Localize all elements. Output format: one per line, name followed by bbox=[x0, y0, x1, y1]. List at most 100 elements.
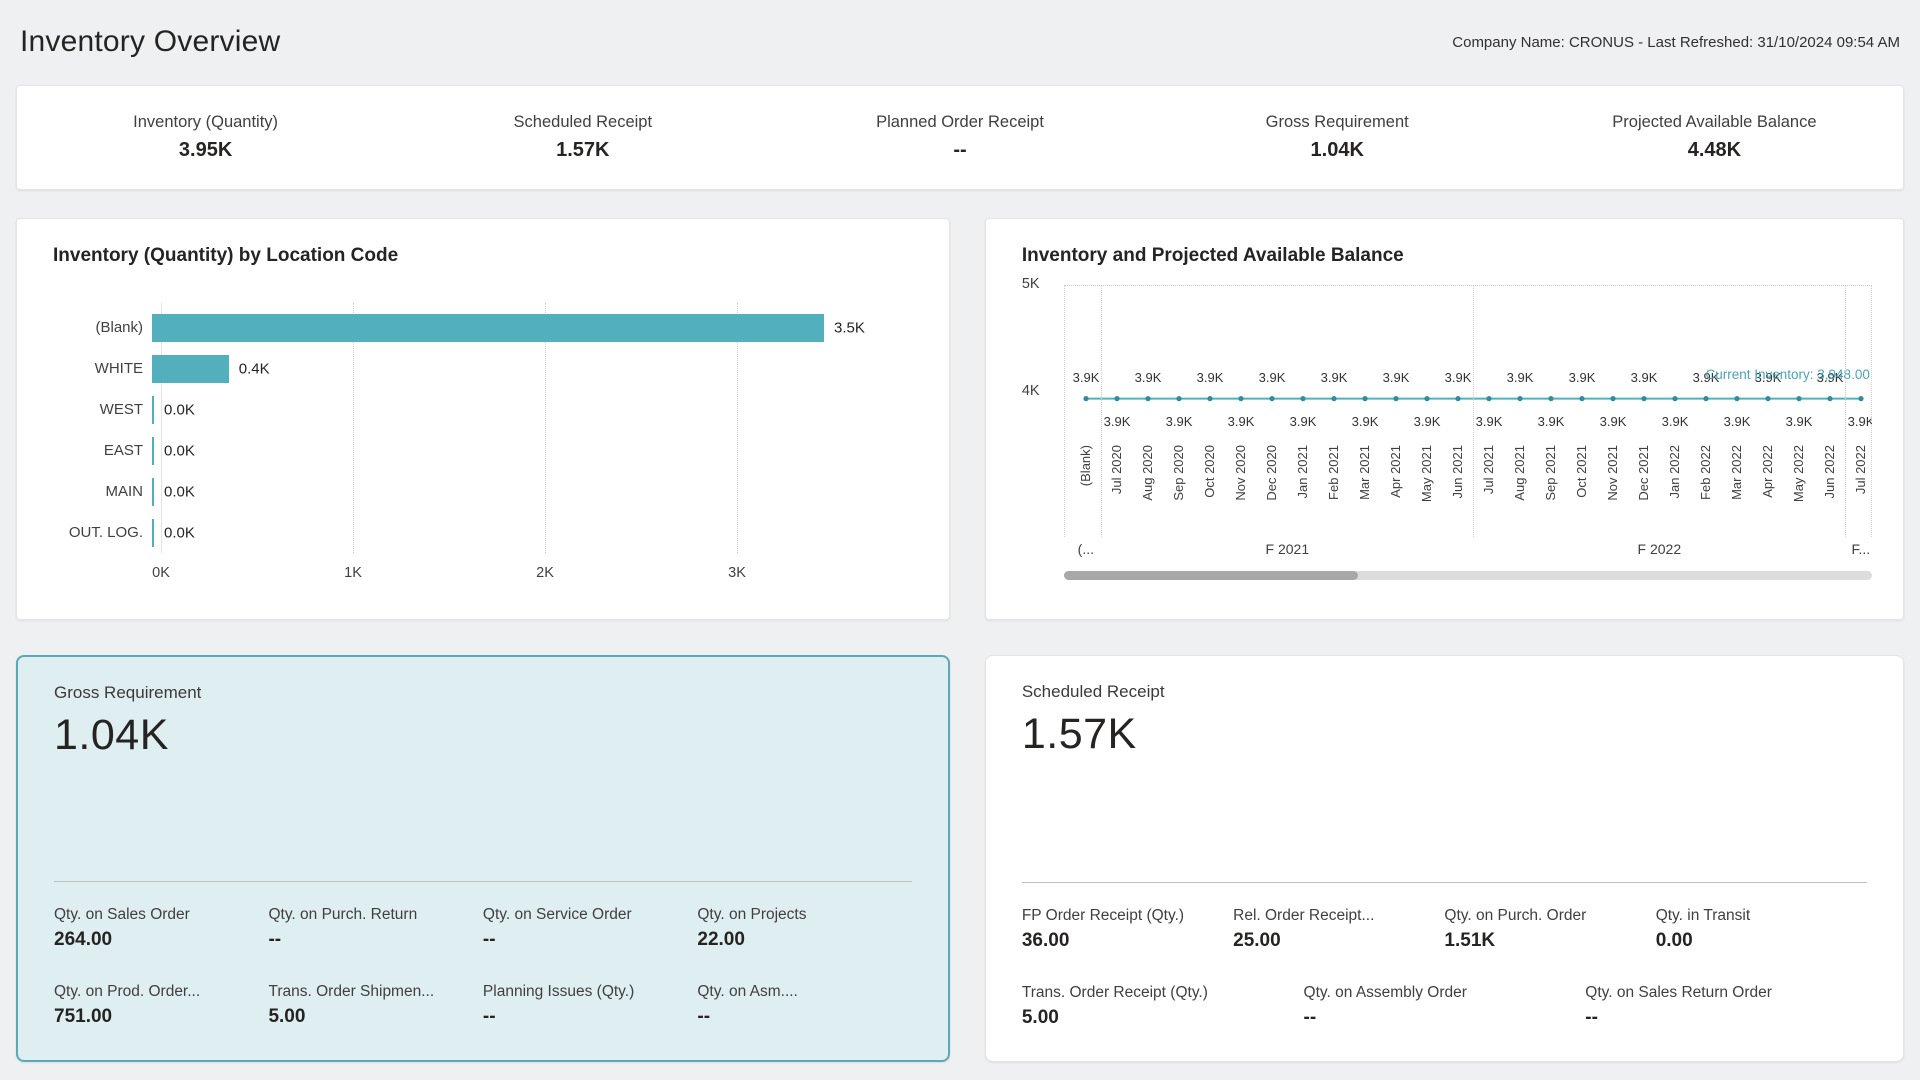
bar-row-east: EAST0.0K bbox=[53, 430, 913, 471]
x-axis-label: Jan 2021 bbox=[1295, 445, 1310, 499]
bar-category-label: (Blank) bbox=[53, 319, 152, 336]
metric-value: 751.00 bbox=[54, 1006, 268, 1028]
company-refresh-meta: Company Name: CRONUS - Last Refreshed: 3… bbox=[1452, 34, 1900, 51]
bar-value-label: 0.4K bbox=[239, 360, 270, 377]
chart-scrollbar[interactable] bbox=[1064, 571, 1872, 580]
svg-text:3.9K: 3.9K bbox=[1196, 370, 1223, 385]
svg-text:3.9K: 3.9K bbox=[1103, 414, 1130, 429]
bar-category-label: MAIN bbox=[53, 483, 152, 500]
svg-text:3.9K: 3.9K bbox=[1258, 370, 1285, 385]
bar[interactable] bbox=[152, 519, 154, 547]
scheduled-receipt-details: FP Order Receipt (Qty.)36.00Rel. Order R… bbox=[1022, 883, 1867, 1029]
kpi-label: Planned Order Receipt bbox=[771, 113, 1148, 132]
bar[interactable] bbox=[152, 437, 154, 465]
svg-text:3.9K: 3.9K bbox=[1785, 414, 1812, 429]
kpi-projected-available-balance: Projected Available Balance4.48K bbox=[1526, 113, 1903, 162]
scheduled-receipt-card[interactable]: Scheduled Receipt1.57KFP Order Receipt (… bbox=[985, 655, 1904, 1062]
x-axis-label: Aug 2020 bbox=[1140, 445, 1155, 501]
metric-label: Qty. on Asm.... bbox=[697, 983, 911, 1001]
kpi-label: Scheduled Receipt bbox=[394, 113, 771, 132]
x-axis-group-label: F 2021 bbox=[1266, 541, 1310, 557]
metric-qty-on-sales-return-order: Qty. on Sales Return Order -- bbox=[1585, 984, 1867, 1029]
metric-label: Qty. on Assembly Order bbox=[1304, 984, 1586, 1002]
metric-value: 36.00 bbox=[1022, 930, 1233, 952]
svg-text:3.9K: 3.9K bbox=[1413, 414, 1440, 429]
scheduled-receipt-detail-row: FP Order Receipt (Qty.)36.00Rel. Order R… bbox=[1022, 907, 1867, 952]
kpi-value: -- bbox=[771, 139, 1148, 162]
kpi-strip[interactable]: Inventory (Quantity) 3.95KScheduled Recei… bbox=[16, 85, 1904, 190]
svg-text:3.9K: 3.9K bbox=[1351, 414, 1378, 429]
metric-value: 22.00 bbox=[697, 929, 911, 951]
x-axis-label: Oct 2021 bbox=[1574, 445, 1589, 498]
svg-text:3.9K: 3.9K bbox=[1847, 414, 1871, 429]
bar-track: 0.0K bbox=[152, 471, 852, 512]
gross-requirement-title: Gross Requirement bbox=[54, 683, 912, 703]
bar-row-out-log: OUT. LOG.0.0K bbox=[53, 512, 913, 553]
x-axis-label: Nov 2020 bbox=[1233, 445, 1248, 501]
metric-label: Qty. on Sales Return Order bbox=[1585, 984, 1867, 1002]
inventory-line-series[interactable]: 3.9K 3.9K 3.9K 3.9K 3.9K 3.9K 3.9K 3.9K 3.9K 3.9K… bbox=[1064, 285, 1872, 437]
bar-value-label: 3.5K bbox=[834, 319, 865, 336]
bar[interactable] bbox=[152, 478, 154, 506]
x-axis-label: Oct 2020 bbox=[1202, 445, 1217, 498]
x-axis-label: Feb 2022 bbox=[1698, 445, 1713, 500]
bar-row-main: MAIN 0.0K bbox=[53, 471, 913, 512]
svg-text:3.9K: 3.9K bbox=[1475, 414, 1502, 429]
x-axis-tick: 1K bbox=[344, 565, 362, 581]
bar-value-label: 0.0K bbox=[164, 401, 195, 418]
bar-value-label: 0.0K bbox=[164, 483, 195, 500]
metric-value: -- bbox=[1304, 1007, 1586, 1029]
bar-plot-area: (Blank)3.5KWHITE0.4KWEST0.0KEAST0.0KMAIN… bbox=[53, 307, 913, 553]
group-separator bbox=[1101, 285, 1102, 537]
x-axis-label: Jul 2020 bbox=[1109, 445, 1124, 494]
bar-row-blank: (Blank) 3.5K bbox=[53, 307, 913, 348]
bar-chart-card[interactable]: Inventory (Quantity) by Location Code (B… bbox=[16, 218, 950, 620]
metric-value: -- bbox=[1585, 1007, 1867, 1029]
kpi-planned-order-receipt: Planned Order Receipt -- bbox=[771, 113, 1148, 162]
charts-row: Inventory (Quantity) by Location Code (B… bbox=[16, 218, 1904, 620]
kpi-gross-requirement: Gross Requirement1.04K bbox=[1149, 113, 1526, 162]
metric-label: Trans. Order Receipt (Qty.) bbox=[1022, 984, 1304, 1002]
metric-trans-order-receipt-qty: Trans. Order Receipt (Qty.)5.00 bbox=[1022, 984, 1304, 1029]
metric-value: 5.00 bbox=[268, 1006, 482, 1028]
bar-track: 0.0K bbox=[152, 430, 852, 471]
kpi-value: 3.95K bbox=[17, 139, 394, 162]
line-chart-card[interactable]: Inventory and Projected Available Balanc… bbox=[985, 218, 1904, 620]
bar-category-label: WEST bbox=[53, 401, 152, 418]
svg-text:3.9K: 3.9K bbox=[1320, 370, 1347, 385]
line-chart: 3.9K 3.9K 3.9K 3.9K 3.9K 3.9K 3.9K 3.9K 3.9K 3.9K… bbox=[1022, 283, 1867, 559]
bar[interactable] bbox=[152, 355, 229, 383]
bar[interactable] bbox=[152, 396, 154, 424]
scheduled-receipt-value: 1.57K bbox=[1022, 710, 1867, 759]
bar[interactable] bbox=[152, 314, 824, 342]
bar-row-west: WEST 0.0K bbox=[53, 389, 913, 430]
svg-text:3.9K: 3.9K bbox=[1444, 370, 1471, 385]
metric-value: -- bbox=[268, 929, 482, 951]
svg-text:3.9K: 3.9K bbox=[1506, 370, 1533, 385]
metric-qty-on-sales-order: Qty. on Sales Order264.00 bbox=[54, 906, 268, 951]
bar-track: 0.4K bbox=[152, 348, 852, 389]
metric-qty-in-transit: Qty. in Transit0.00 bbox=[1656, 907, 1867, 952]
gross-requirement-details: Qty. on Sales Order264.00Qty. on Purch. … bbox=[54, 882, 912, 1028]
kpi-label: Gross Requirement bbox=[1149, 113, 1526, 132]
metric-qty-on-prod-order: Qty. on Prod. Order...751.00 bbox=[54, 983, 268, 1028]
svg-text:3.9K: 3.9K bbox=[1723, 414, 1750, 429]
metric-label: Planning Issues (Qty.) bbox=[483, 983, 697, 1001]
x-axis-label: May 2021 bbox=[1419, 445, 1434, 502]
metric-label: Qty. on Sales Order bbox=[54, 906, 268, 924]
metric-qty-on-asm: Qty. on Asm....-- bbox=[697, 983, 911, 1028]
kpi-inventory-quantity: Inventory (Quantity) 3.95K bbox=[17, 113, 394, 162]
top-gridline bbox=[1064, 285, 1872, 286]
x-axis-label: Jan 2022 bbox=[1667, 445, 1682, 499]
metric-label: Trans. Order Shipmen... bbox=[268, 983, 482, 1001]
y-axis-tick: 5K bbox=[1022, 276, 1040, 292]
bar-x-axis: 0K1K2K3K bbox=[161, 557, 913, 585]
bar-category-label: OUT. LOG. bbox=[53, 524, 152, 541]
bar-row-white: WHITE0.4K bbox=[53, 348, 913, 389]
detail-cards-row: Gross Requirement1.04KQty. on Sales Orde… bbox=[16, 655, 1904, 1062]
kpi-label: Inventory (Quantity) bbox=[17, 113, 394, 132]
metric-qty-on-purch-order: Qty. on Purch. Order1.51K bbox=[1444, 907, 1655, 952]
gross-requirement-card[interactable]: Gross Requirement1.04KQty. on Sales Orde… bbox=[16, 655, 950, 1062]
chart-scrollbar-thumb[interactable] bbox=[1064, 571, 1358, 580]
x-axis-label: Dec 2021 bbox=[1636, 445, 1651, 501]
